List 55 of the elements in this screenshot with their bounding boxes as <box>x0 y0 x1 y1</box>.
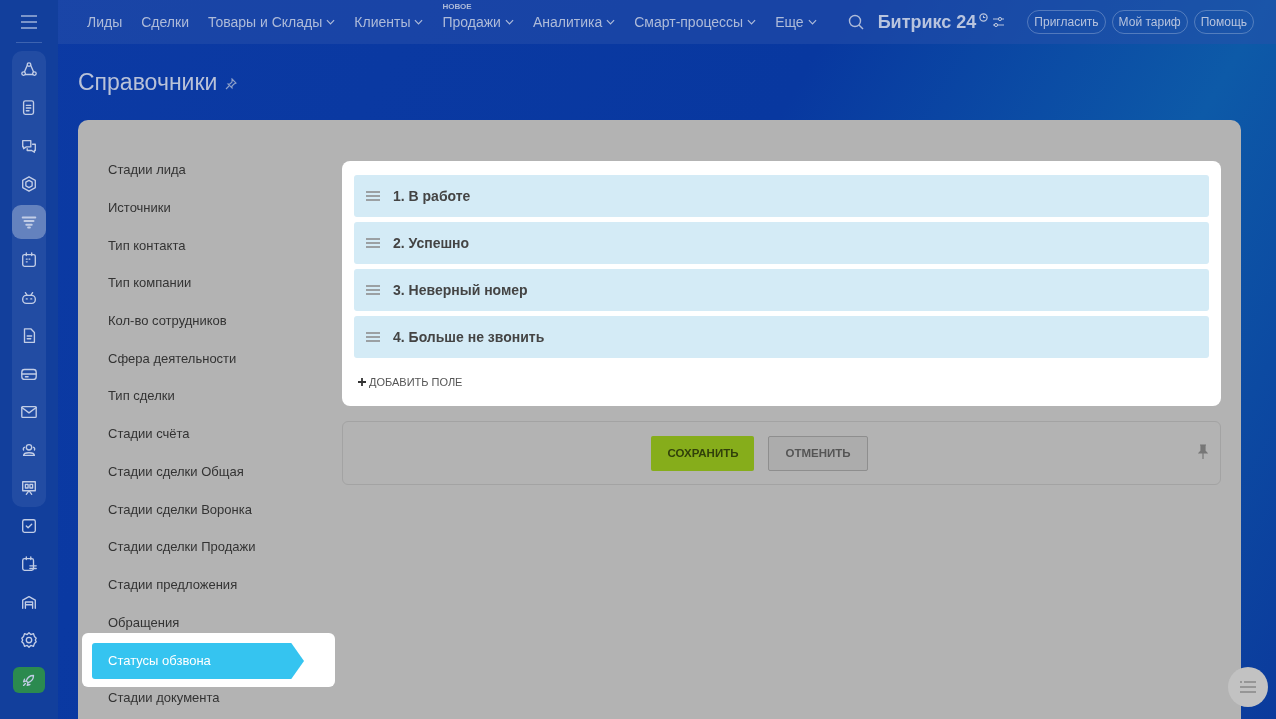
status-name: 1. В работе <box>393 188 471 204</box>
pin-icon[interactable] <box>225 78 238 90</box>
drag-handle-icon[interactable] <box>366 238 380 248</box>
search-icon[interactable] <box>847 14 864 30</box>
menu-item[interactable]: Стадии сделки Общая <box>108 463 244 479</box>
nav-link[interactable]: Смарт-процессы <box>634 14 757 30</box>
nav-link[interactable]: Лиды <box>87 14 123 30</box>
nav-link[interactable]: Клиенты <box>354 14 424 30</box>
nav-link[interactable]: Товары и Склады <box>207 14 336 30</box>
status-name: 2. Успешно <box>393 235 470 251</box>
menu-item[interactable]: Тип сделки <box>108 388 175 404</box>
menu-item[interactable]: Источники <box>108 200 171 216</box>
menu-item[interactable]: Стадии документа <box>108 690 220 706</box>
menu-item[interactable]: Стадии сделки Продажи <box>108 539 256 555</box>
chevron-icon <box>414 19 424 25</box>
rocket-icon[interactable] <box>13 667 45 693</box>
status-row[interactable]: 4. Больше не звонить <box>354 316 1209 358</box>
chevron-icon <box>747 19 757 25</box>
menu-item[interactable]: Стадии счёта <box>108 426 190 442</box>
list-icon <box>1240 681 1256 693</box>
plus-icon <box>358 378 366 386</box>
drag-handle-icon[interactable] <box>366 285 380 295</box>
chevron-icon <box>504 19 514 25</box>
save-button[interactable]: СОХРАНИТЬ <box>651 435 755 471</box>
menu-item[interactable]: Стадии лида <box>108 162 186 178</box>
cancel-button[interactable]: ОТМЕНИТЬ <box>768 435 868 471</box>
menu-item[interactable]: Стадии предложения <box>108 576 238 592</box>
status-name: 4. Больше не звонить <box>393 329 545 345</box>
menu-icon[interactable] <box>20 15 38 29</box>
sliders-icon[interactable] <box>992 16 1006 28</box>
list-button[interactable] <box>1228 667 1268 707</box>
drag-handle-icon[interactable] <box>366 332 380 342</box>
new-label: НОВОЕ <box>442 2 472 11</box>
add-field-link[interactable]: ДОБАВИТЬ ПОЛЕ <box>354 376 463 388</box>
chevron-icon <box>326 19 336 25</box>
funnel-icon[interactable] <box>12 205 46 239</box>
status-row[interactable]: 2. Успешно <box>354 222 1209 264</box>
status-name: 3. Неверный номер <box>393 282 528 298</box>
chevron-icon <box>606 19 616 25</box>
status-row[interactable]: 3. Неверный номер <box>354 269 1209 311</box>
logo: Битрикс 24 <box>877 11 977 33</box>
nav-link[interactable]: Аналитика <box>532 14 616 30</box>
drag-handle-icon[interactable] <box>366 191 380 201</box>
clock-icon <box>979 12 989 22</box>
menu-item[interactable]: Обращения <box>108 614 180 630</box>
menu-item[interactable]: Тип контакта <box>108 237 186 253</box>
nav-link[interactable]: Сделки <box>141 14 189 30</box>
nav-link[interactable]: Еще <box>775 14 817 30</box>
chevron-icon <box>807 19 817 25</box>
status-row[interactable]: 1. В работе <box>354 175 1209 217</box>
menu-item[interactable]: Кол-во сотрудников <box>108 313 227 329</box>
menu-item[interactable]: Тип компании <box>108 275 192 291</box>
menu-item[interactable]: Стадии сделки Воронка <box>108 501 252 517</box>
menu-item[interactable]: Сфера деятельности <box>108 350 237 366</box>
page-title: Справочники <box>78 68 218 96</box>
